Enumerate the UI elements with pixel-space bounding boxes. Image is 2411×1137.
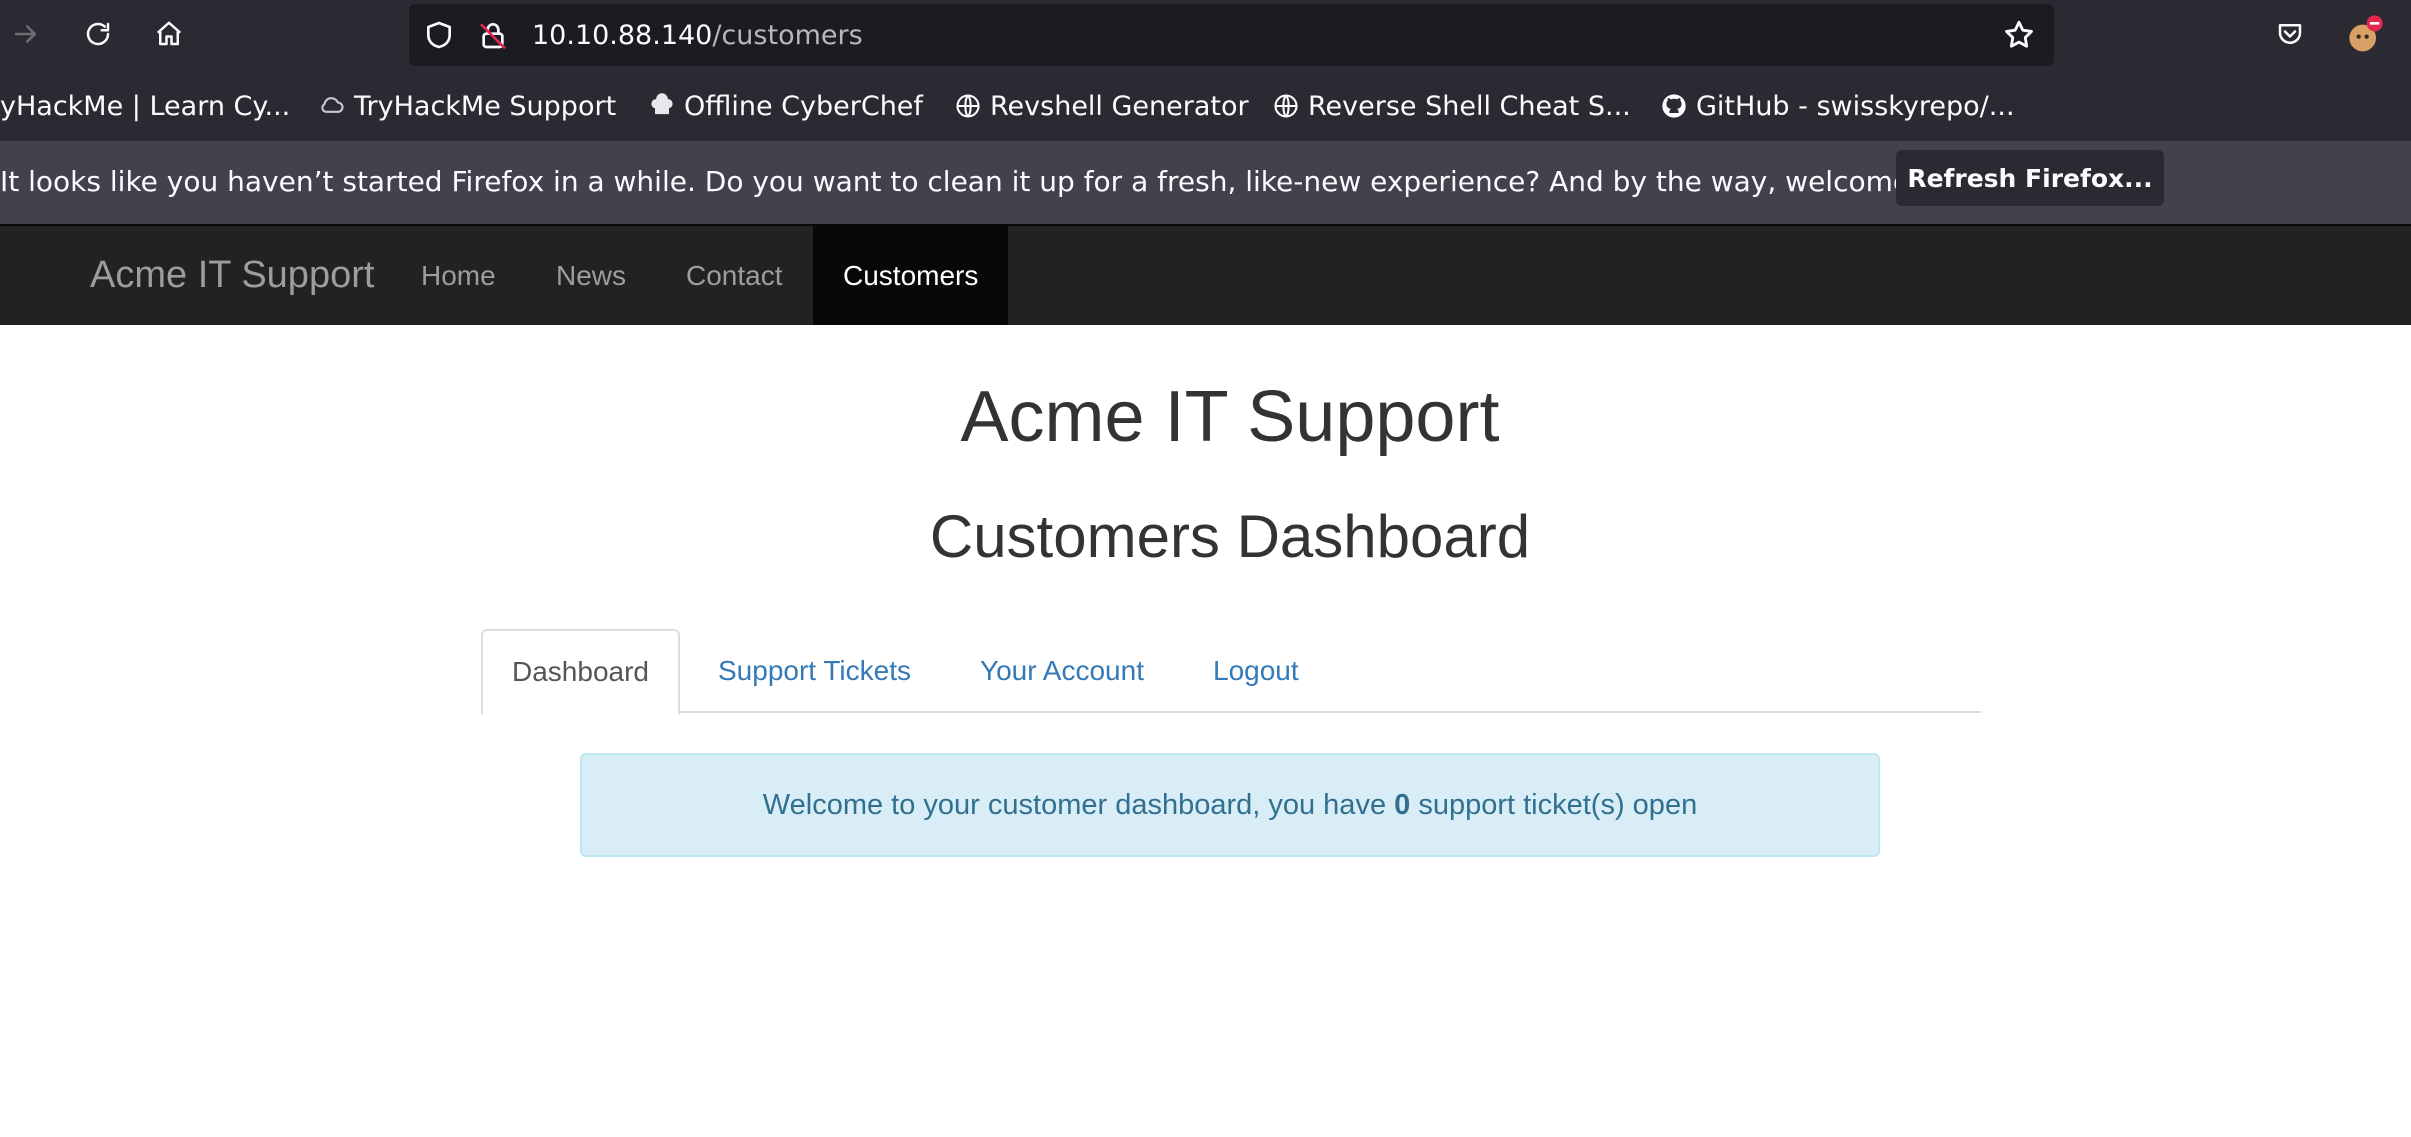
- bookmark-label: yHackMe | Learn Cy...: [0, 90, 291, 122]
- navbar-brand[interactable]: Acme IT Support: [90, 254, 374, 297]
- tab-logout[interactable]: Logout: [1213, 629, 1299, 713]
- bookmark-label: TryHackMe Support: [354, 90, 617, 122]
- extension-avatar-icon: [2349, 15, 2383, 52]
- insecure-lock-icon[interactable]: [477, 19, 509, 51]
- alert-suffix: support ticket(s) open: [1410, 788, 1698, 821]
- shield-icon[interactable]: [423, 19, 455, 51]
- bookmark-label: GitHub - swisskyrepo/...: [1696, 90, 2015, 122]
- open-ticket-count: 0: [1394, 788, 1411, 821]
- bookmark-label: Revshell Generator: [990, 90, 1249, 122]
- home-button[interactable]: [147, 12, 191, 56]
- tab-your-account[interactable]: Your Account: [980, 629, 1144, 713]
- nav-customers[interactable]: Customers: [813, 226, 1009, 325]
- bookmark-tryhackme-support[interactable]: TryHackMe Support: [318, 89, 616, 123]
- url-text[interactable]: 10.10.88.140/customers: [532, 20, 863, 51]
- nav-home[interactable]: Home: [421, 226, 496, 325]
- bookmark-reverse-shell-cheat-sheet[interactable]: Reverse Shell Cheat S...: [1272, 89, 1631, 123]
- home-icon: [156, 21, 182, 46]
- nav-contact[interactable]: Contact: [686, 226, 783, 325]
- site-navbar: Acme IT Support Home News Contact Custom…: [0, 224, 2411, 325]
- extension-button[interactable]: [2342, 12, 2386, 56]
- reload-button[interactable]: [76, 12, 120, 56]
- bookmark-github-swisskyrepo[interactable]: GitHub - swisskyrepo/...: [1660, 89, 2015, 123]
- page-title: Acme IT Support: [960, 377, 1500, 457]
- bookmark-label: Reverse Shell Cheat S...: [1308, 90, 1631, 122]
- github-icon: [1662, 94, 1686, 118]
- globe-icon: [956, 94, 980, 118]
- welcome-alert: Welcome to your customer dashboard, you …: [580, 753, 1880, 857]
- bookmarks-toolbar: yHackMe | Learn Cy... TryHackMe Support …: [0, 71, 2411, 141]
- reload-icon: [86, 22, 110, 46]
- dashboard-tabs: Dashboard Support Tickets Your Account L…: [481, 629, 1981, 715]
- globe-icon: [1274, 94, 1298, 118]
- bookmark-label: Offline CyberChef: [684, 90, 923, 122]
- pocket-icon: [2278, 24, 2302, 44]
- pocket-button[interactable]: [2268, 12, 2312, 56]
- chef-hat-icon: [651, 93, 673, 115]
- cloud-icon: [321, 97, 344, 113]
- tab-support-tickets[interactable]: Support Tickets: [718, 629, 911, 713]
- refresh-firefox-button[interactable]: Refresh Firefox...: [1896, 150, 2164, 206]
- bookmark-revshell-generator[interactable]: Revshell Generator: [954, 89, 1249, 123]
- bookmark-star-icon[interactable]: [2002, 18, 2036, 52]
- bookmark-tryhackme[interactable]: yHackMe | Learn Cy...: [0, 89, 290, 123]
- url-bar[interactable]: 10.10.88.140/customers: [409, 4, 2054, 66]
- notification-message: It looks like you haven’t started Firefo…: [0, 165, 1997, 198]
- bookmark-offline-cyberchef[interactable]: Offline CyberChef: [648, 89, 923, 123]
- nav-news[interactable]: News: [556, 226, 626, 325]
- page-subtitle: Customers Dashboard: [929, 503, 1531, 570]
- arrow-right-icon: [14, 25, 36, 43]
- alert-prefix: Welcome to your customer dashboard, you …: [762, 788, 1395, 821]
- browser-toolbar: 10.10.88.140/customers: [0, 0, 2411, 71]
- url-path: /customers: [712, 20, 863, 51]
- tab-dashboard[interactable]: Dashboard: [481, 629, 680, 715]
- url-host: 10.10.88.140: [532, 20, 713, 51]
- forward-button[interactable]: [4, 12, 48, 56]
